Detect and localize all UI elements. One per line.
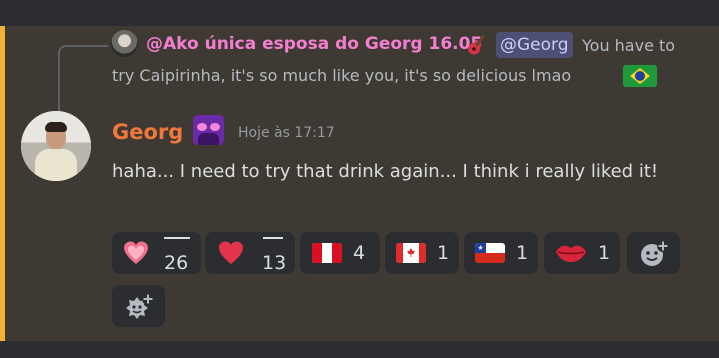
avatar[interactable] [21,111,91,181]
reaction-chip[interactable]: 13 [205,232,295,274]
message-author[interactable]: Georg [112,120,183,144]
top-divider [0,0,719,26]
add-reaction-button[interactable] [627,232,680,274]
reaction-count: 1 [516,242,529,264]
reaction-chip[interactable]: 1 [385,232,459,274]
kiss-lips-icon [556,245,586,262]
brazil-flag-icon [623,65,657,87]
message-timestamp: Hoje às 17:17 [238,125,335,141]
count-roll-indicator [164,237,190,239]
guitar-icon [468,34,486,55]
peru-flag-icon [312,243,342,263]
mention-pill[interactable]: @Georg [496,32,573,58]
canada-flag-icon [396,243,426,263]
reply-preview-line2[interactable]: try Caipirinha, it's so much like you, i… [112,66,571,85]
reaction-chip[interactable]: 4 [300,232,380,274]
reaction-count: 1 [598,242,611,264]
bottom-divider [0,341,719,358]
red-heart-icon [219,241,243,264]
count-roll-indicator [263,237,283,239]
role-badge-icon[interactable] [193,115,224,145]
reaction-count: 13 [262,252,287,274]
heart-sparkle-icon [124,241,148,264]
reaction-count: 1 [437,242,450,264]
add-reaction-icon [641,240,669,266]
reaction-count: 4 [353,242,366,264]
reply-author[interactable]: @Ako única esposa do Georg 16.05 [146,34,482,54]
add-super-reaction-button[interactable] [112,285,165,327]
reaction-count: 26 [164,252,189,274]
reaction-chip[interactable]: 1 [544,232,620,274]
reply-spine [58,45,108,113]
reaction-chip[interactable]: 26 [112,232,201,274]
chile-flag-icon [475,243,505,263]
reaction-chip[interactable]: 1 [464,232,538,274]
message-content: haha... I need to try that drink again..… [112,161,659,182]
mention-highlight-bar [0,26,5,341]
super-reaction-icon [126,293,154,319]
reply-preview-line1[interactable]: You have to [582,36,675,55]
reply-avatar[interactable] [111,30,138,57]
